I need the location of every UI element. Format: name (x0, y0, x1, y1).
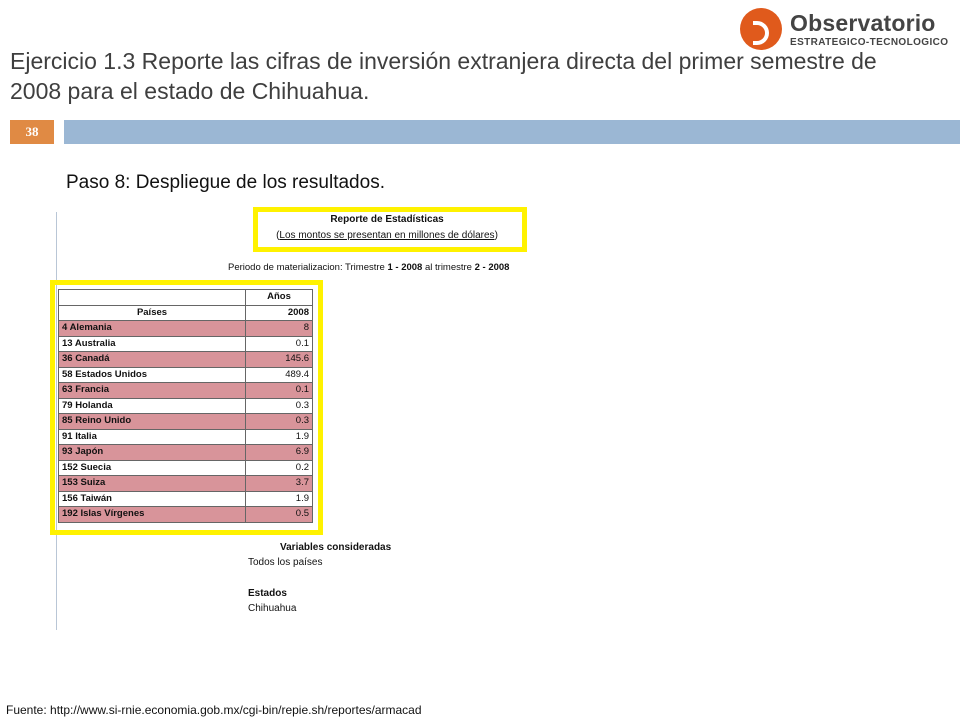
period-end: 2 - 2008 (474, 262, 510, 273)
report-title: Reporte de Estadísticas (330, 214, 444, 225)
report-subtitle: (Los montos se presentan en millones de … (253, 230, 521, 241)
table-row: 152 Suecia 0.2 (58, 459, 313, 476)
table-row: 85 Reino Unido 0.3 (58, 413, 313, 430)
states-title: Estados (248, 588, 287, 599)
value-cell: 0.3 (245, 397, 313, 414)
country-cell: 79 Holanda (58, 397, 246, 414)
table-row: 156 Taiwán 1.9 (58, 490, 313, 507)
table-row: 63 Francia 0.1 (58, 382, 313, 399)
report-period: Periodo de materializacion: Trimestre 1 … (228, 262, 509, 273)
value-cell: 0.1 (245, 382, 313, 399)
country-cell: 192 Islas Vírgenes (58, 506, 246, 523)
logo-name: Observatorio (790, 10, 936, 36)
logo-mark-icon (740, 8, 782, 50)
header-years: Años (245, 289, 313, 306)
logo-subtitle: ESTRATEGICO-TECNOLOGICO (790, 37, 949, 48)
country-cell: 91 Italia (58, 428, 246, 445)
table-header-row: Años (58, 289, 313, 306)
period-mid: al trimestre (422, 262, 475, 273)
value-cell: 0.3 (245, 413, 313, 430)
table-row: 58 Estados Unidos 489.4 (58, 366, 313, 383)
slide-title: Ejercicio 1.3 Reporte las cifras de inve… (10, 48, 877, 104)
country-cell: 152 Suecia (58, 459, 246, 476)
table-row: 13 Australia 0.1 (58, 335, 313, 352)
country-cell: 13 Australia (58, 335, 246, 352)
value-cell: 1.9 (245, 428, 313, 445)
value-cell: 0.5 (245, 506, 313, 523)
country-cell: 4 Alemania (58, 320, 246, 337)
value-cell: 0.2 (245, 459, 313, 476)
variables-text: Todos los países (248, 557, 323, 568)
header-year: 2008 (245, 304, 313, 321)
header-empty-cell (58, 289, 246, 306)
country-cell: 156 Taiwán (58, 490, 246, 507)
country-cell: 93 Japón (58, 444, 246, 461)
states-text: Chihuahua (248, 603, 297, 614)
country-cell: 58 Estados Unidos (58, 366, 246, 383)
variables-title: Variables consideradas (280, 542, 392, 553)
value-cell: 145.6 (245, 351, 313, 368)
header-band (64, 120, 960, 144)
table-row: 36 Canadá 145.6 (58, 351, 313, 368)
table-row: 4 Alemania 8 (58, 320, 313, 337)
report-units-link[interactable]: Los montos se presentan en millones de d… (279, 230, 494, 241)
header-countries: Países (58, 304, 246, 321)
table-row: 79 Holanda 0.3 (58, 397, 313, 414)
table-row: 93 Japón 6.9 (58, 444, 313, 461)
country-cell: 153 Suiza (58, 475, 246, 492)
observatorio-logo: Observatorio ESTRATEGICO-TECNOLOGICO (738, 8, 960, 52)
country-cell: 63 Francia (58, 382, 246, 399)
value-cell: 3.7 (245, 475, 313, 492)
country-cell: 85 Reino Unido (58, 413, 246, 430)
period-start: 1 - 2008 (387, 262, 423, 273)
investment-table: Años Países 2008 4 Alemania 8 13 Australia… (58, 289, 313, 523)
table-row: 192 Islas Vírgenes 0.5 (58, 506, 313, 523)
table-subheader-row: Países 2008 (58, 304, 313, 321)
slide-number: 38 (10, 120, 54, 144)
step-heading: Paso 8: Despliegue de los resultados. (66, 172, 385, 193)
value-cell: 1.9 (245, 490, 313, 507)
period-prefix: Periodo de materializacion: Trimestre (228, 262, 388, 273)
value-cell: 0.1 (245, 335, 313, 352)
paren-close: ) (494, 230, 498, 241)
source-footnote: Fuente: http://www.si-rnie.economia.gob.… (6, 703, 422, 717)
country-cell: 36 Canadá (58, 351, 246, 368)
value-cell: 489.4 (245, 366, 313, 383)
value-cell: 8 (245, 320, 313, 337)
table-row: 91 Italia 1.9 (58, 428, 313, 445)
value-cell: 6.9 (245, 444, 313, 461)
table-row: 153 Suiza 3.7 (58, 475, 313, 492)
